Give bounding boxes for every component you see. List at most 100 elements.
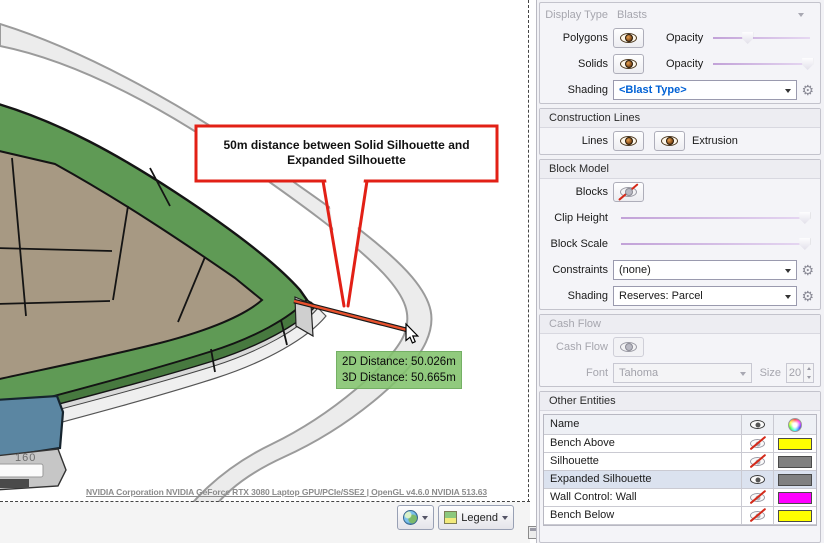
distance-3d: 3D Distance: 50.665m [342,372,456,384]
spinner-up-icon [804,364,813,373]
view-window-border-right [528,0,529,527]
polygons-visibility-button[interactable] [613,28,644,48]
other-entities-table: Name Bench Above Silhouette Expanded Sil… [543,414,817,526]
globe-icon [403,510,419,525]
slider-thumb[interactable] [802,58,814,70]
solids-visibility-button[interactable] [613,54,644,74]
gear-icon[interactable]: ⚙ [801,83,814,97]
distance-2d: 2D Distance: 50.026m [342,356,456,368]
globe-view-button[interactable] [397,505,435,530]
polygons-opacity-slider[interactable] [713,28,810,48]
table-row[interactable]: Silhouette [544,453,816,471]
table-row-selected[interactable]: Expanded Silhouette [544,471,816,489]
slider-thumb[interactable] [799,212,811,224]
entity-color-cell[interactable] [774,435,816,452]
color-swatch [778,455,812,468]
blocks-visibility-button[interactable] [613,182,644,202]
font-label: Font [585,367,608,379]
callout-line-2: Expanded Silhouette [287,153,406,167]
cash-flow-label: Cash Flow [556,341,608,353]
slider-thumb[interactable] [799,238,811,250]
entity-name: Bench Below [544,507,742,524]
cash-flow-visibility-button [613,337,644,357]
viewport-toolbar: Legend [0,502,530,543]
table-row[interactable]: Bench Below [544,507,816,525]
entity-color-cell[interactable] [774,489,816,506]
color-swatch [778,473,812,486]
entity-visibility-toggle[interactable] [742,471,774,488]
block-scale-label: Block Scale [550,238,608,250]
block-shading-dropdown-value: Reserves: Parcel [619,290,703,302]
eye-icon [620,33,637,43]
name-column-header[interactable]: Name [544,415,742,434]
extrusion-label: Extrusion [692,135,738,147]
gear-icon[interactable]: ⚙ [801,289,814,303]
eye-icon [620,342,637,352]
block-shading-dropdown[interactable]: Reserves: Parcel [613,286,798,306]
other-entities-title: Other Entities [540,392,820,411]
solids-label: Solids [578,58,608,70]
block-model-group: Block Model Blocks Clip Height Block Sca… [539,159,821,310]
entity-visibility-toggle[interactable] [742,453,774,470]
entity-color-cell[interactable] [774,507,816,524]
construction-lines-group: Construction Lines Lines Extrusion [539,108,821,155]
constraints-dropdown-value: (none) [619,264,651,276]
polygons-opacity-label: Opacity [666,32,704,44]
3d-viewport[interactable]: 50m distance between Solid Silhouette an… [0,0,530,543]
lines-label: Lines [581,135,608,147]
entity-visibility-toggle[interactable] [742,507,774,524]
eye-icon [750,420,765,429]
block-model-title: Block Model [540,160,820,179]
color-swatch [778,509,812,522]
cash-flow-group: Cash Flow Cash Flow Font Tahoma Size 20 [539,314,821,387]
display-type-label: Display Type [545,8,608,21]
table-row[interactable]: Bench Above [544,435,816,453]
solids-opacity-slider[interactable] [713,54,814,74]
callout-line-1: 50m distance between Solid Silhouette an… [223,138,470,152]
cash-flow-title: Cash Flow [540,315,820,334]
floor-label-plate [0,463,44,478]
display-type-value[interactable]: Blasts [613,9,792,21]
chevron-down-icon [798,12,804,17]
block-shading-label: Shading [567,290,608,302]
construction-lines-title: Construction Lines [540,109,820,128]
block-scale-slider[interactable] [621,234,811,254]
annotation-callout: 50m distance between Solid Silhouette an… [196,128,497,168]
table-row[interactable]: Wall Control: Wall [544,489,816,507]
entity-visibility-toggle[interactable] [742,435,774,452]
legend-button-label: Legend [461,511,498,524]
polygons-label: Polygons [562,32,608,44]
gear-icon[interactable]: ⚙ [801,263,814,277]
chevron-down-icon [785,89,792,93]
eye-icon [750,475,765,484]
extrusion-visibility-button[interactable] [654,131,685,151]
chevron-down-icon [422,515,429,520]
legend-button[interactable]: Legend [438,505,514,530]
size-label: Size [759,367,781,379]
color-swatch [778,437,812,450]
entity-name: Expanded Silhouette [544,471,742,488]
entity-name: Bench Above [544,435,742,452]
distance-tooltip: 2D Distance: 50.026m 3D Distance: 50.665… [336,351,462,389]
entity-visibility-toggle[interactable] [742,489,774,506]
clip-height-slider[interactable] [621,208,811,228]
shading-dropdown[interactable]: <Blast Type> [613,80,798,100]
eye-icon [620,59,637,69]
shading-label: Shading [567,84,608,96]
color-swatch [778,491,812,504]
entity-color-cell[interactable] [774,471,816,488]
eye-slash-icon [618,183,639,201]
slider-thumb[interactable] [742,32,754,44]
font-dropdown-value: Tahoma [619,367,659,379]
chevron-down-icon [739,372,746,376]
chevron-down-icon [502,515,508,520]
constraints-dropdown[interactable]: (none) [613,260,798,280]
entity-color-cell[interactable] [774,453,816,470]
shading-dropdown-value: <Blast Type> [619,84,687,96]
eye-icon [620,136,637,146]
display-group: Display Type Blasts Polygons Opacity Sol… [539,2,821,104]
size-spinner-value: 20 [788,367,802,379]
lines-visibility-button[interactable] [613,131,644,151]
colour-column-header[interactable] [774,415,816,434]
visibility-column-header[interactable] [742,415,774,434]
